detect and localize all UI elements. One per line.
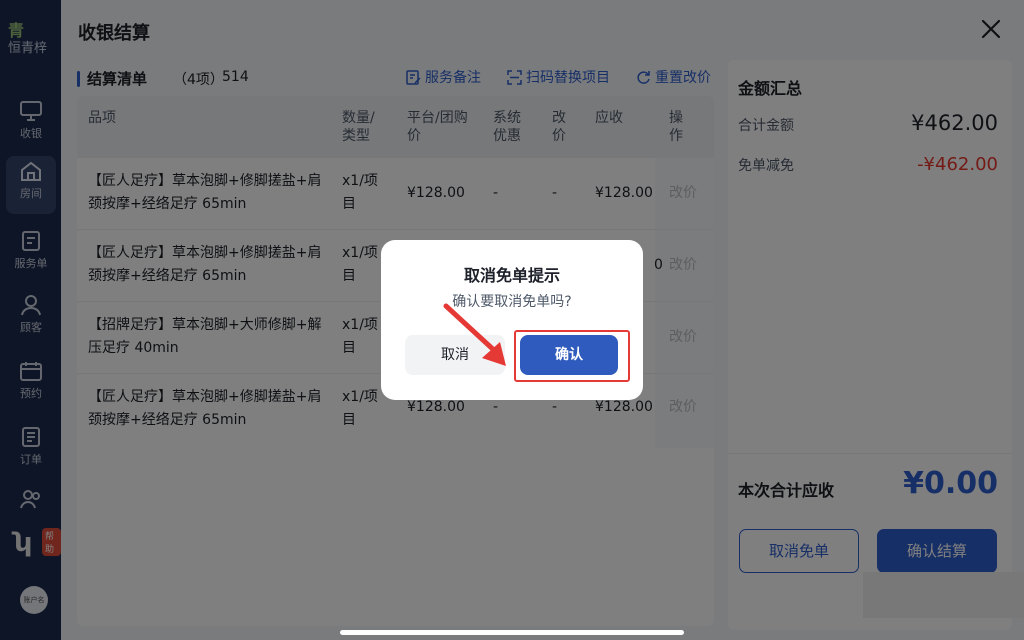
- pointer-arrow-icon: [443, 303, 506, 366]
- dialog-title: 取消免单提示: [463, 266, 560, 285]
- highlight-box: [514, 330, 630, 382]
- home-indicator: [340, 630, 684, 635]
